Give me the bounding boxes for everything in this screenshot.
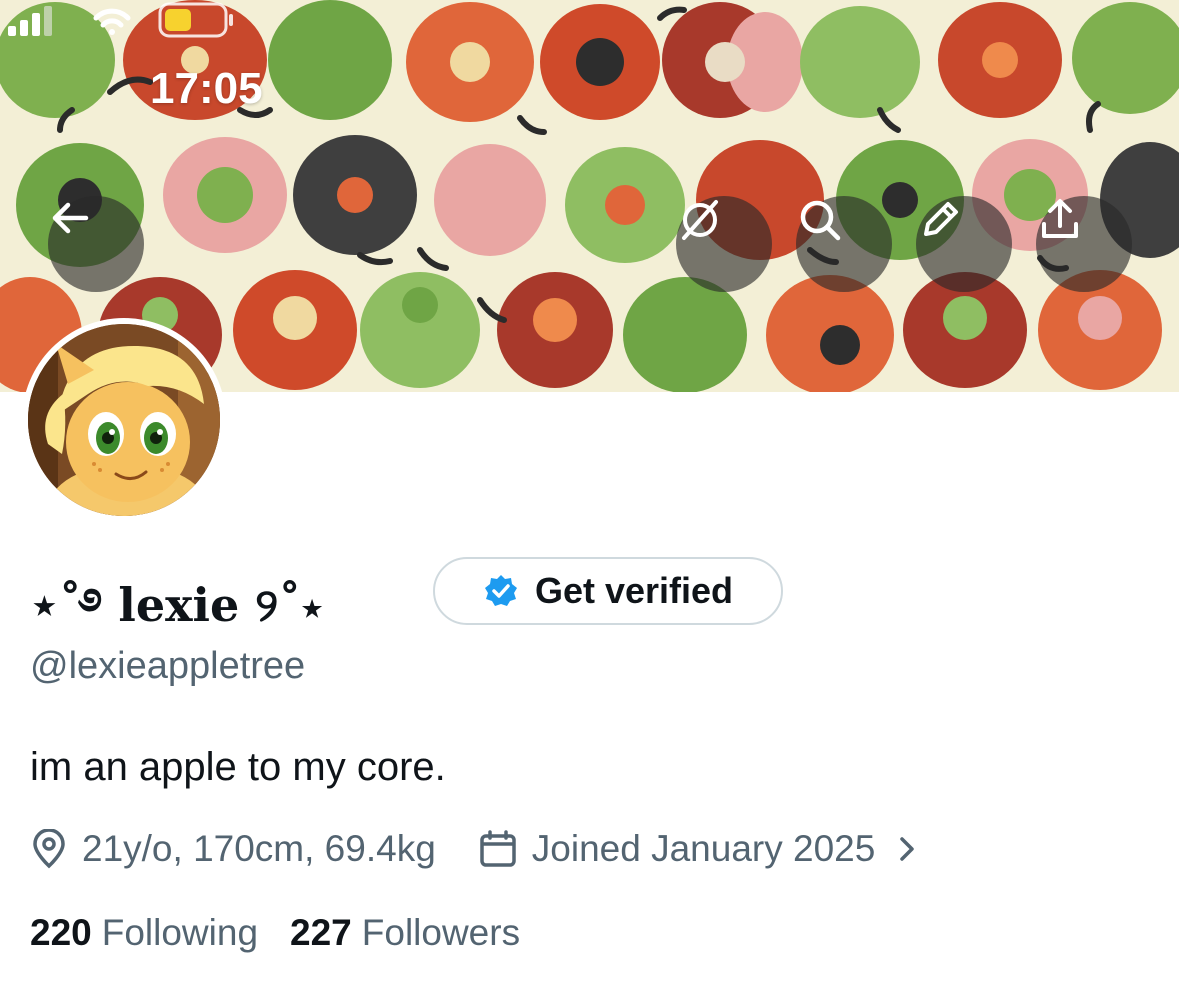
followers-count: 227: [290, 912, 352, 953]
following-link[interactable]: 220 Following: [30, 912, 258, 954]
wifi-icon: [93, 8, 131, 35]
joined-text[interactable]: Joined January 2025: [532, 828, 876, 870]
search-button[interactable]: [796, 196, 892, 292]
calendar-icon: [480, 830, 516, 867]
back-button[interactable]: [48, 196, 144, 292]
status-icons: [8, 2, 233, 38]
following-count: 220: [30, 912, 92, 953]
followers-label: Followers: [361, 912, 521, 953]
back-arrow-icon: [52, 202, 89, 234]
chevron-right-icon[interactable]: [889, 831, 925, 867]
grok-button[interactable]: [676, 196, 772, 292]
following-label: Following: [101, 912, 259, 953]
share-button[interactable]: [1036, 196, 1132, 292]
signal-icon: [8, 6, 52, 36]
get-verified-button[interactable]: Get verified: [433, 557, 783, 625]
share-icon: [1042, 199, 1078, 238]
battery-icon: [158, 2, 233, 38]
location-text: 21y/o, 170cm, 69.4kg: [82, 828, 436, 869]
followers-link[interactable]: 227 Followers: [290, 912, 520, 954]
grok-icon: [682, 200, 718, 240]
edit-button[interactable]: [916, 196, 1012, 292]
pony-avatar-illustration: [28, 324, 220, 516]
search-icon: [800, 200, 841, 241]
verified-badge-icon: [484, 575, 517, 606]
location-pin-icon: [33, 829, 65, 869]
avatar-image: [28, 324, 220, 516]
bio: im an apple to my core.: [30, 745, 446, 789]
user-handle: @lexieappletree: [30, 645, 306, 687]
get-verified-label: Get verified: [534, 570, 734, 611]
profile-meta: 21y/o, 170cm, 69.4kg Joined January 2025: [30, 826, 925, 872]
pencil-icon: [924, 202, 958, 236]
avatar[interactable]: [22, 318, 226, 522]
follow-stats: 220 Following 227 Followers: [30, 912, 520, 954]
status-time: 17:05: [150, 64, 263, 113]
